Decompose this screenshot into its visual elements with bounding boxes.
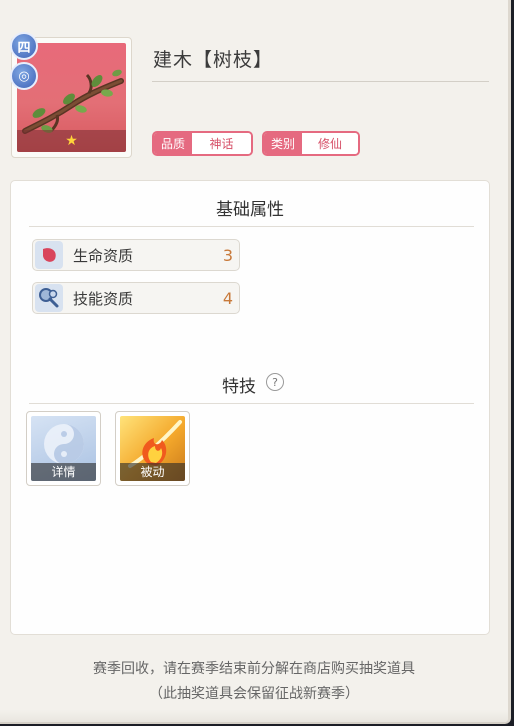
attr-label: 技能资质 <box>73 289 134 308</box>
footer-note-line2: （此抽奖道具会保留征战新赛季） <box>149 686 359 702</box>
planet-badge-icon[interactable]: ◎ <box>10 62 38 90</box>
attr-row-skill: 技能资质 4 <box>32 282 240 314</box>
category-tag-value: 修仙 <box>302 133 358 154</box>
base-attrs-title: 基础属性 <box>216 200 284 220</box>
skill-card-passive[interactable]: 被动 <box>115 411 190 486</box>
attr-value: 4 <box>222 288 233 308</box>
item-detail-panel: ★ 四 ◎ 建木【树枝】 品质 神话 类别 修仙 基础属性 生命资质 3 技能资… <box>0 0 511 724</box>
skills-divider <box>29 403 474 404</box>
category-tag: 类别 修仙 <box>262 131 360 156</box>
star-icon: ★ <box>65 133 78 149</box>
skills-title: 特技 <box>222 377 256 397</box>
category-tag-key: 类别 <box>264 133 303 154</box>
life-petal-icon <box>35 241 63 269</box>
set-badge-label: 四 <box>17 40 31 56</box>
yin-yang-icon: 详情 <box>31 416 96 481</box>
base-attrs-divider <box>29 226 474 227</box>
name-divider <box>152 81 489 82</box>
attr-label: 生命资质 <box>73 246 134 265</box>
item-icon-frame: ★ 四 ◎ <box>10 32 132 158</box>
footer-note-line1: 赛季回收，请在赛季结束前分解在商店购买抽奖道具 <box>93 661 415 677</box>
skill-caption: 详情 <box>31 463 96 481</box>
item-name: 建木【树枝】 <box>153 49 274 71</box>
quality-tag-value: 神话 <box>192 133 251 154</box>
skill-card-detail[interactable]: 详情 <box>26 411 101 486</box>
planet-badge-label: ◎ <box>18 68 30 84</box>
attr-value: 3 <box>222 245 233 265</box>
quality-tag-key: 品质 <box>154 133 193 154</box>
skill-search-icon <box>35 284 63 312</box>
branch-item-icon: ★ <box>17 43 126 152</box>
help-icon[interactable]: ? <box>266 373 284 391</box>
star-rating: ★ <box>17 130 126 152</box>
set-badge-icon[interactable]: 四 <box>10 32 38 60</box>
fire-slash-icon: 被动 <box>120 416 185 481</box>
quality-tag: 品质 神话 <box>152 131 253 156</box>
attr-row-life: 生命资质 3 <box>32 239 240 271</box>
skill-caption: 被动 <box>120 463 185 481</box>
attributes-card: 基础属性 生命资质 3 技能资质 4 特技 ? 详情 被动 <box>10 180 490 635</box>
